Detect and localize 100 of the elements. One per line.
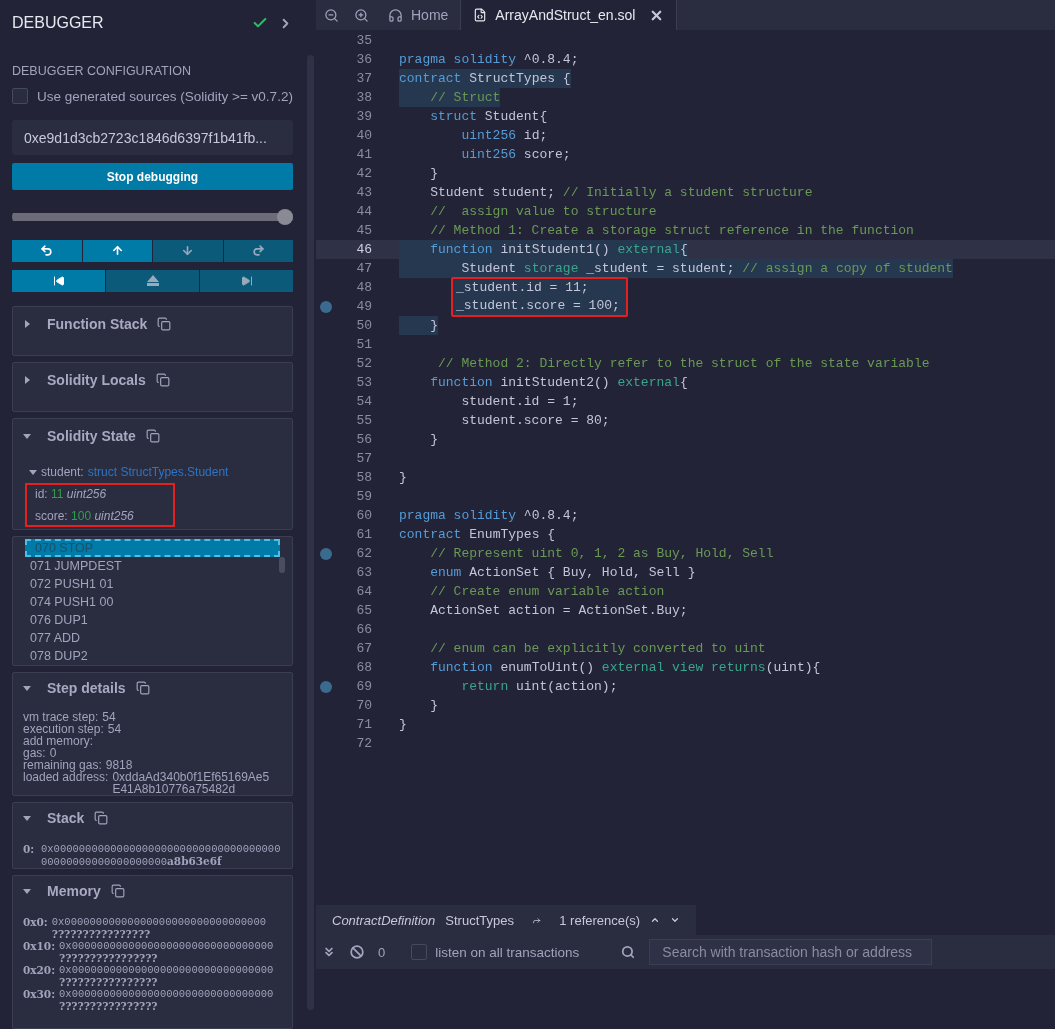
panel-title[interactable]: Step details [47,680,126,697]
copy-icon [157,316,172,331]
opcode-item[interactable]: 074 PUSH1 00 [25,593,272,612]
detail-value: 0 [49,747,57,760]
breakpoint-dot[interactable] [320,300,332,313]
caret-icon[interactable] [23,887,31,896]
line-number: 49 [355,298,372,316]
double-chevron-down-icon[interactable] [322,945,336,959]
panel-title[interactable]: Function Stack [47,315,148,332]
line-number: 47 [355,260,372,278]
memory-ascii: ???????????????? [59,952,159,965]
detail-label: gas: [23,747,46,760]
detail-label: loaded address: [23,771,109,787]
panel-title[interactable]: Memory [47,883,101,900]
panel-title[interactable]: Stack [47,810,85,827]
opcode-item[interactable]: 072 PUSH1 01 [25,575,272,594]
skip-forward-icon [240,274,253,287]
memory-hex: 0x00000000000000000000000000000000 [59,988,275,1001]
scrollbar-thumb[interactable] [279,557,285,574]
code-line: } [429,165,438,183]
detail-label: execution step: [23,723,104,736]
opcode-item[interactable]: 077 ADD [25,629,272,648]
step-button[interactable] [12,239,82,262]
editor-tab[interactable]: ArrayAndStruct_en.sol [461,0,678,30]
copy-icon [110,884,125,899]
detail-label: remaining gas: [23,759,102,772]
caret-icon[interactable] [23,375,31,384]
line-number: 65 [355,602,372,620]
caret-icon[interactable] [29,467,37,476]
memory-ascii: ???????????????? [59,976,159,989]
code-line: student.id = 1; [460,393,579,411]
line-number: 42 [355,165,372,183]
redo-arrow-icon [251,244,265,258]
code-line: function initStudent2() external{ [429,374,688,392]
checkbox[interactable] [12,88,28,105]
step-button[interactable] [82,239,152,262]
code-line: uint256 id; [460,127,548,145]
caret-icon[interactable] [23,319,31,328]
code-line: } [399,469,407,487]
line-number: 35 [355,32,372,50]
skip-back-icon [52,274,65,287]
down-arrow-icon [181,244,195,258]
code-line: Student student; // Initially a student structure [429,184,813,202]
transaction-hash-field[interactable]: 0xe9d1d3cb2723c1846d6397f1b41fb... [12,120,293,156]
opcode-item[interactable]: 078 DUP2 [25,647,272,666]
memory-address: 0x0: [23,916,48,931]
opcode-item[interactable]: 071 JUMPDEST [25,557,272,576]
line-number: 62 [355,545,372,563]
copy-icon [94,811,109,826]
line-number: 41 [355,146,372,164]
detail-value: 0xddaAd340b0f1Ef65169Ae5E41A8b10776a75482d [112,771,271,796]
code-line: // assign value to structure [429,203,657,221]
clear-icon[interactable] [350,945,364,959]
node-name: StructTypes [445,912,514,928]
panel-title[interactable]: Solidity State [47,427,136,444]
code-line: // Represent uint 0, 1, 2 as Buy, Hold, Sell [429,545,774,563]
jump-button[interactable] [12,269,105,292]
checkbox-label: Use generated sources (Solidity >= v0.7.2) [37,88,293,104]
code-line: // Create enum variable action [429,583,665,601]
step-button[interactable] [223,239,293,262]
variable-entry: id: 11 uint256 [35,486,108,501]
jump-button[interactable] [106,269,199,292]
line-number: 57 [355,450,372,468]
breakpoint-dot[interactable] [320,547,332,560]
detail-label: add memory: [23,735,94,748]
variable-name: student: [41,464,84,479]
stack-value: 0x00000000000000000000000000000000000000000000000000000000a8b63e6f [41,843,282,869]
caret-icon[interactable] [23,431,31,440]
line-number: 36 [355,51,372,69]
stack-index: 0: [23,843,36,858]
code-line: // enum can be explicitly converted to uint [429,640,766,658]
headset-icon [388,7,403,23]
copy-icon [145,428,160,443]
line-number: 70 [355,697,372,715]
line-number: 67 [355,640,372,658]
line-number: 55 [355,412,372,430]
line-number: 58 [355,469,372,487]
code-line: student.score = 80; [460,412,610,430]
search-field[interactable]: Search with transaction hash or address [649,939,933,965]
memory-address: 0x10: [23,940,56,955]
caret-icon[interactable] [23,684,31,693]
memory-address: 0x20: [23,964,56,979]
slider-thumb[interactable] [277,209,293,226]
opcode-item[interactable]: 076 DUP1 [25,611,272,630]
breakpoint-dot[interactable] [320,680,332,693]
jump-button[interactable] [200,269,293,292]
code-line: function enumToUint() external view returns(uint){ [429,659,821,677]
line-number: 71 [355,716,372,734]
detail-label: vm trace step: [23,711,99,724]
line-number: 53 [355,374,372,392]
stop-debugging-button[interactable]: Stop debugging [12,163,293,191]
line-number: 37 [355,70,372,88]
checkbox[interactable] [411,944,428,960]
panel-title[interactable]: Solidity Locals [47,371,146,388]
caret-icon[interactable] [23,814,31,823]
memory-hex: 0x00000000000000000000000000000000 [59,940,275,953]
line-number: 50 [355,317,372,335]
code-line: uint256 score; [460,146,571,164]
memory-ascii: ???????????????? [59,1000,159,1013]
memory-address: 0x30: [23,988,56,1003]
